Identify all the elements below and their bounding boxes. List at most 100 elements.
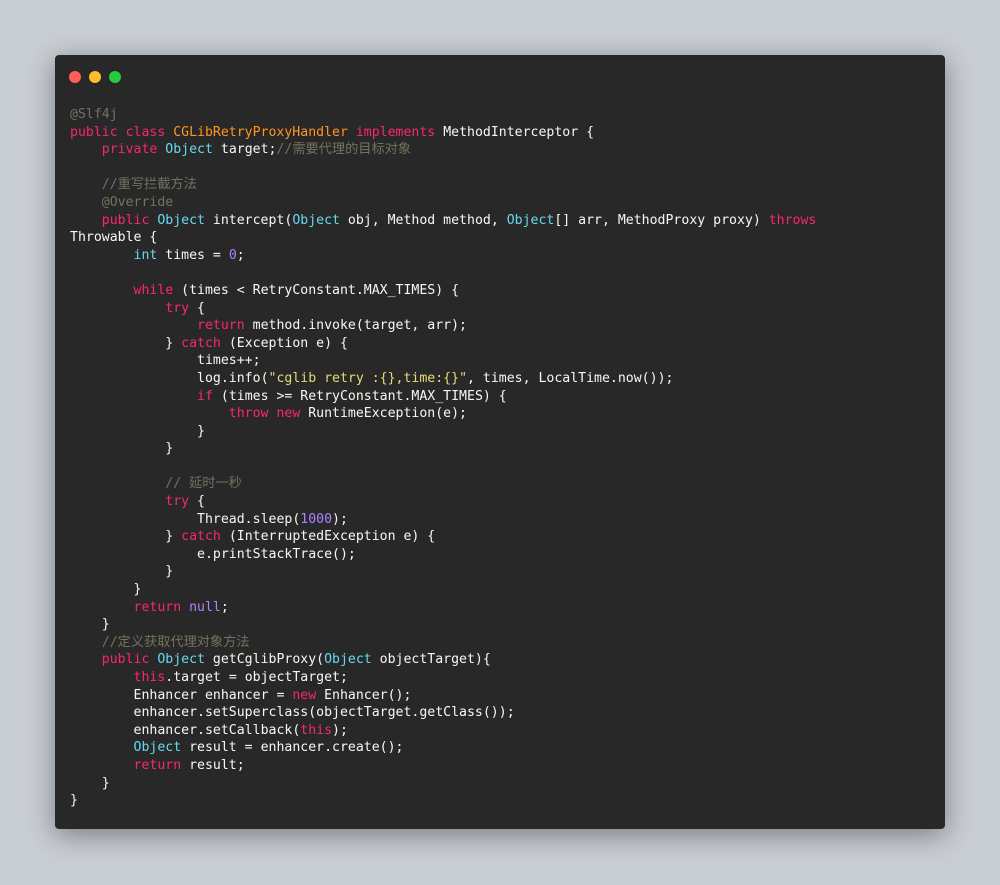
code-token: public <box>101 212 158 228</box>
code-token: null <box>189 599 221 615</box>
code-token: new <box>292 687 325 703</box>
code-line: enhancer.setCallback(this); <box>70 722 816 740</box>
code-token: } <box>197 423 205 439</box>
code-token: ; <box>236 247 245 263</box>
code-token: result; <box>189 757 245 773</box>
code-token: enhancer.setCallback( <box>133 722 301 738</box>
code-token: objectTarget){ <box>379 652 491 668</box>
code-token: //需要代理的目标对象 <box>276 142 412 158</box>
code-token: try <box>165 300 198 316</box>
code-token: this <box>300 722 333 738</box>
code-token: implements <box>355 124 444 140</box>
code-line: // 延时一秒 <box>70 475 816 493</box>
code-line: } <box>70 581 816 599</box>
code-line: return result; <box>70 757 816 775</box>
code-token: times++; <box>197 353 261 369</box>
code-token: public class <box>70 124 174 140</box>
code-token: Object <box>324 652 380 668</box>
minimize-dot[interactable] <box>89 71 101 83</box>
code-line: } <box>70 440 816 458</box>
code-line: } catch (InterruptedException e) { <box>70 528 816 546</box>
code-line: public Object intercept(Object obj, Meth… <box>70 212 817 230</box>
window-controls <box>69 71 121 83</box>
code-token: Throwable { <box>70 230 158 246</box>
code-token: } <box>165 564 174 580</box>
code-token: 1000 <box>300 511 333 527</box>
code-line: } <box>70 423 816 441</box>
close-dot[interactable] <box>69 71 81 83</box>
code-line: try { <box>70 493 816 511</box>
code-token: } <box>165 441 174 457</box>
code-line: while (times < RetryConstant.MAX_TIMES) … <box>70 282 816 300</box>
code-token: try <box>165 494 198 510</box>
code-token: throw new <box>228 406 309 422</box>
code-token: e.printStackTrace(); <box>197 546 356 562</box>
code-token: Object <box>157 652 213 668</box>
maximize-dot[interactable] <box>109 71 121 83</box>
code-token: (times < RetryConstant.MAX_TIMES) { <box>181 282 460 298</box>
code-token: obj, Method method, <box>347 212 507 228</box>
code-line: log.info("cglib retry :{},time:{}", time… <box>70 370 816 388</box>
code-token: while <box>133 282 182 298</box>
code-line: try { <box>70 300 816 318</box>
code-line: if (times >= RetryConstant.MAX_TIMES) { <box>70 388 816 406</box>
code-token: Enhancer enhancer = <box>133 687 293 703</box>
code-token: Object <box>292 212 348 228</box>
code-token: } <box>133 582 142 598</box>
code-token: enhancer.setSuperclass(objectTarget.getC… <box>133 705 515 721</box>
code-token: Object <box>157 212 213 228</box>
code-token: 0 <box>228 247 237 263</box>
code-line: e.printStackTrace(); <box>70 546 816 564</box>
code-token: (Exception e) { <box>228 335 348 351</box>
code-line: //定义获取代理对象方法 <box>70 634 816 652</box>
code-token: MethodInterceptor { <box>443 124 595 140</box>
code-token: Object <box>133 740 190 756</box>
code-line: times++; <box>70 352 816 370</box>
code-token: { <box>197 300 205 316</box>
code-token: } <box>101 617 110 633</box>
code-line: } <box>70 792 816 810</box>
code-token: //定义获取代理对象方法 <box>101 634 250 650</box>
code-token: public <box>101 652 158 668</box>
code-token: Object <box>506 212 555 228</box>
code-token: CGLibRetryProxyHandler <box>173 124 356 140</box>
code-token: .target = objectTarget; <box>165 670 348 685</box>
code-token: Thread.sleep( <box>197 511 301 527</box>
code-token: target; <box>220 142 277 158</box>
code-token: intercept( <box>212 212 293 228</box>
code-token: { <box>197 494 205 510</box>
code-token: private <box>101 142 166 158</box>
code-token: times = <box>165 247 229 263</box>
code-token: return <box>133 757 190 773</box>
code-line: return null; <box>70 599 816 617</box>
code-line: } <box>70 563 816 581</box>
code-line: private Object target;//需要代理的目标对象 <box>70 141 816 159</box>
code-token: return <box>197 318 253 334</box>
code-token: @Override <box>101 194 174 210</box>
code-window: @Slf4j public class CGLibRetryProxyHandle… <box>55 55 945 829</box>
code-token: ; <box>220 599 229 615</box>
code-token: int <box>133 247 166 263</box>
